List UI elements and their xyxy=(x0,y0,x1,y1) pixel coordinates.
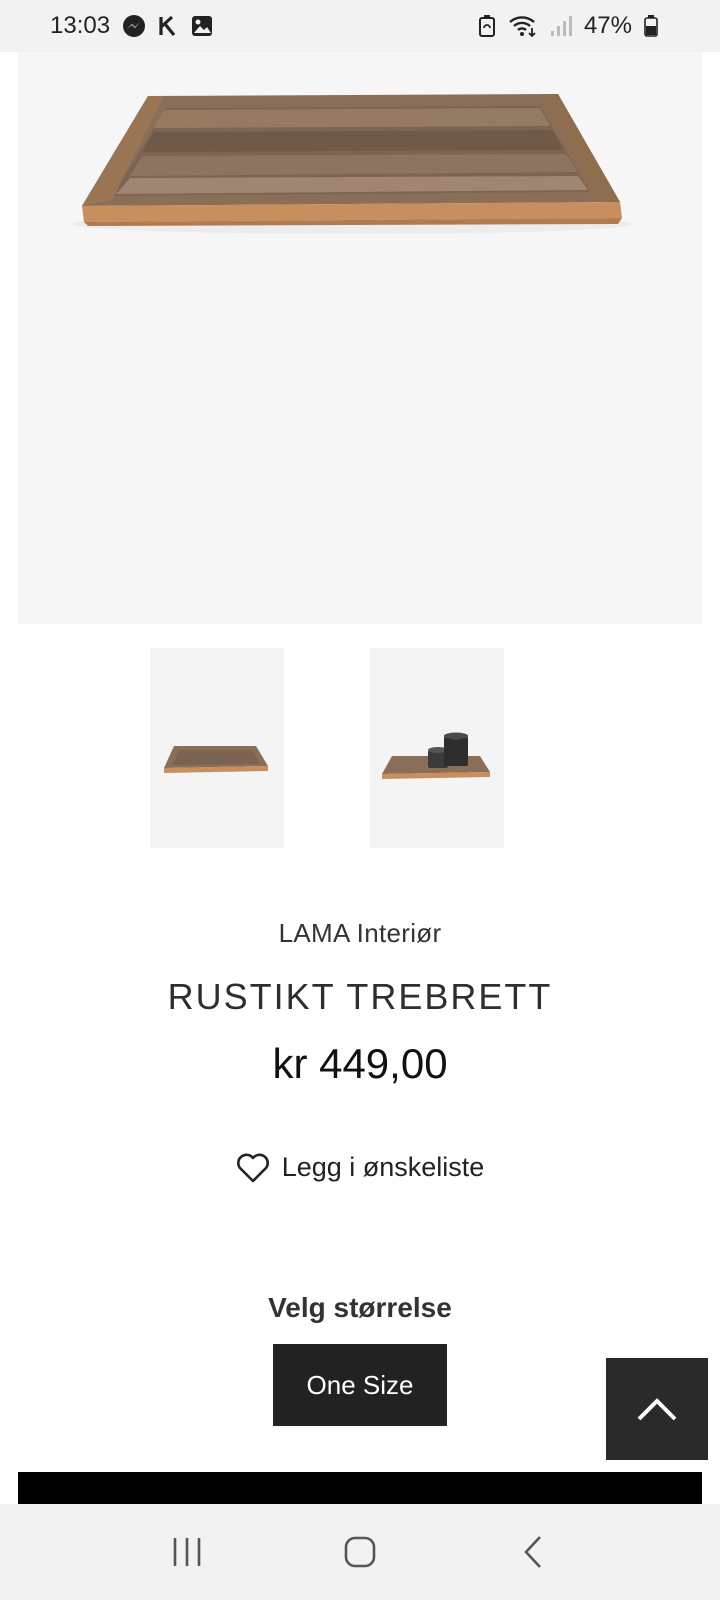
product-brand[interactable]: LAMA Interiør xyxy=(0,918,720,949)
gallery-icon xyxy=(190,14,214,38)
tray-with-cups-thumbnail-image xyxy=(382,732,490,779)
signal-icon xyxy=(550,15,572,37)
battery-percent: 47% xyxy=(583,12,632,39)
battery-saver-icon xyxy=(478,14,496,38)
home-icon[interactable] xyxy=(320,1512,400,1592)
product-thumbnail-1[interactable] xyxy=(150,648,284,848)
chevron-up-icon xyxy=(636,1396,678,1422)
product-main-image[interactable] xyxy=(18,52,702,624)
screen: 13:03 47% LAMA Interiør RUSTIKT TREBRETT… xyxy=(0,0,720,1600)
status-right: 47% xyxy=(478,12,658,40)
tray-thumbnail-image xyxy=(164,746,268,773)
wooden-tray-image xyxy=(72,94,632,234)
scroll-to-top-button[interactable] xyxy=(606,1358,708,1460)
wifi-icon xyxy=(508,14,538,38)
wishlist-label: Legg i ønskeliste xyxy=(281,1152,485,1182)
add-to-cart-bar[interactable] xyxy=(18,1472,702,1504)
add-to-wishlist-button[interactable]: Legg i ønskeliste xyxy=(0,1152,720,1183)
product-thumbnail-2[interactable] xyxy=(370,648,504,848)
status-time: 13:03 xyxy=(50,12,111,39)
product-price: kr 449,00 xyxy=(272,1040,448,1087)
battery-icon xyxy=(644,14,658,38)
messenger-icon xyxy=(122,14,146,38)
k-app-icon xyxy=(158,15,178,37)
size-selector-heading: Velg størrelse xyxy=(268,1292,452,1323)
status-left: 13:03 xyxy=(50,12,214,40)
product-title: RUSTIKT TREBRETT xyxy=(167,976,553,1017)
recent-apps-icon[interactable] xyxy=(147,1512,227,1592)
system-nav-bar xyxy=(0,1504,720,1600)
status-bar: 13:03 47% xyxy=(0,0,720,52)
heart-icon xyxy=(236,1153,270,1183)
back-icon[interactable] xyxy=(493,1512,573,1592)
size-option-one-size[interactable]: One Size xyxy=(273,1344,447,1426)
